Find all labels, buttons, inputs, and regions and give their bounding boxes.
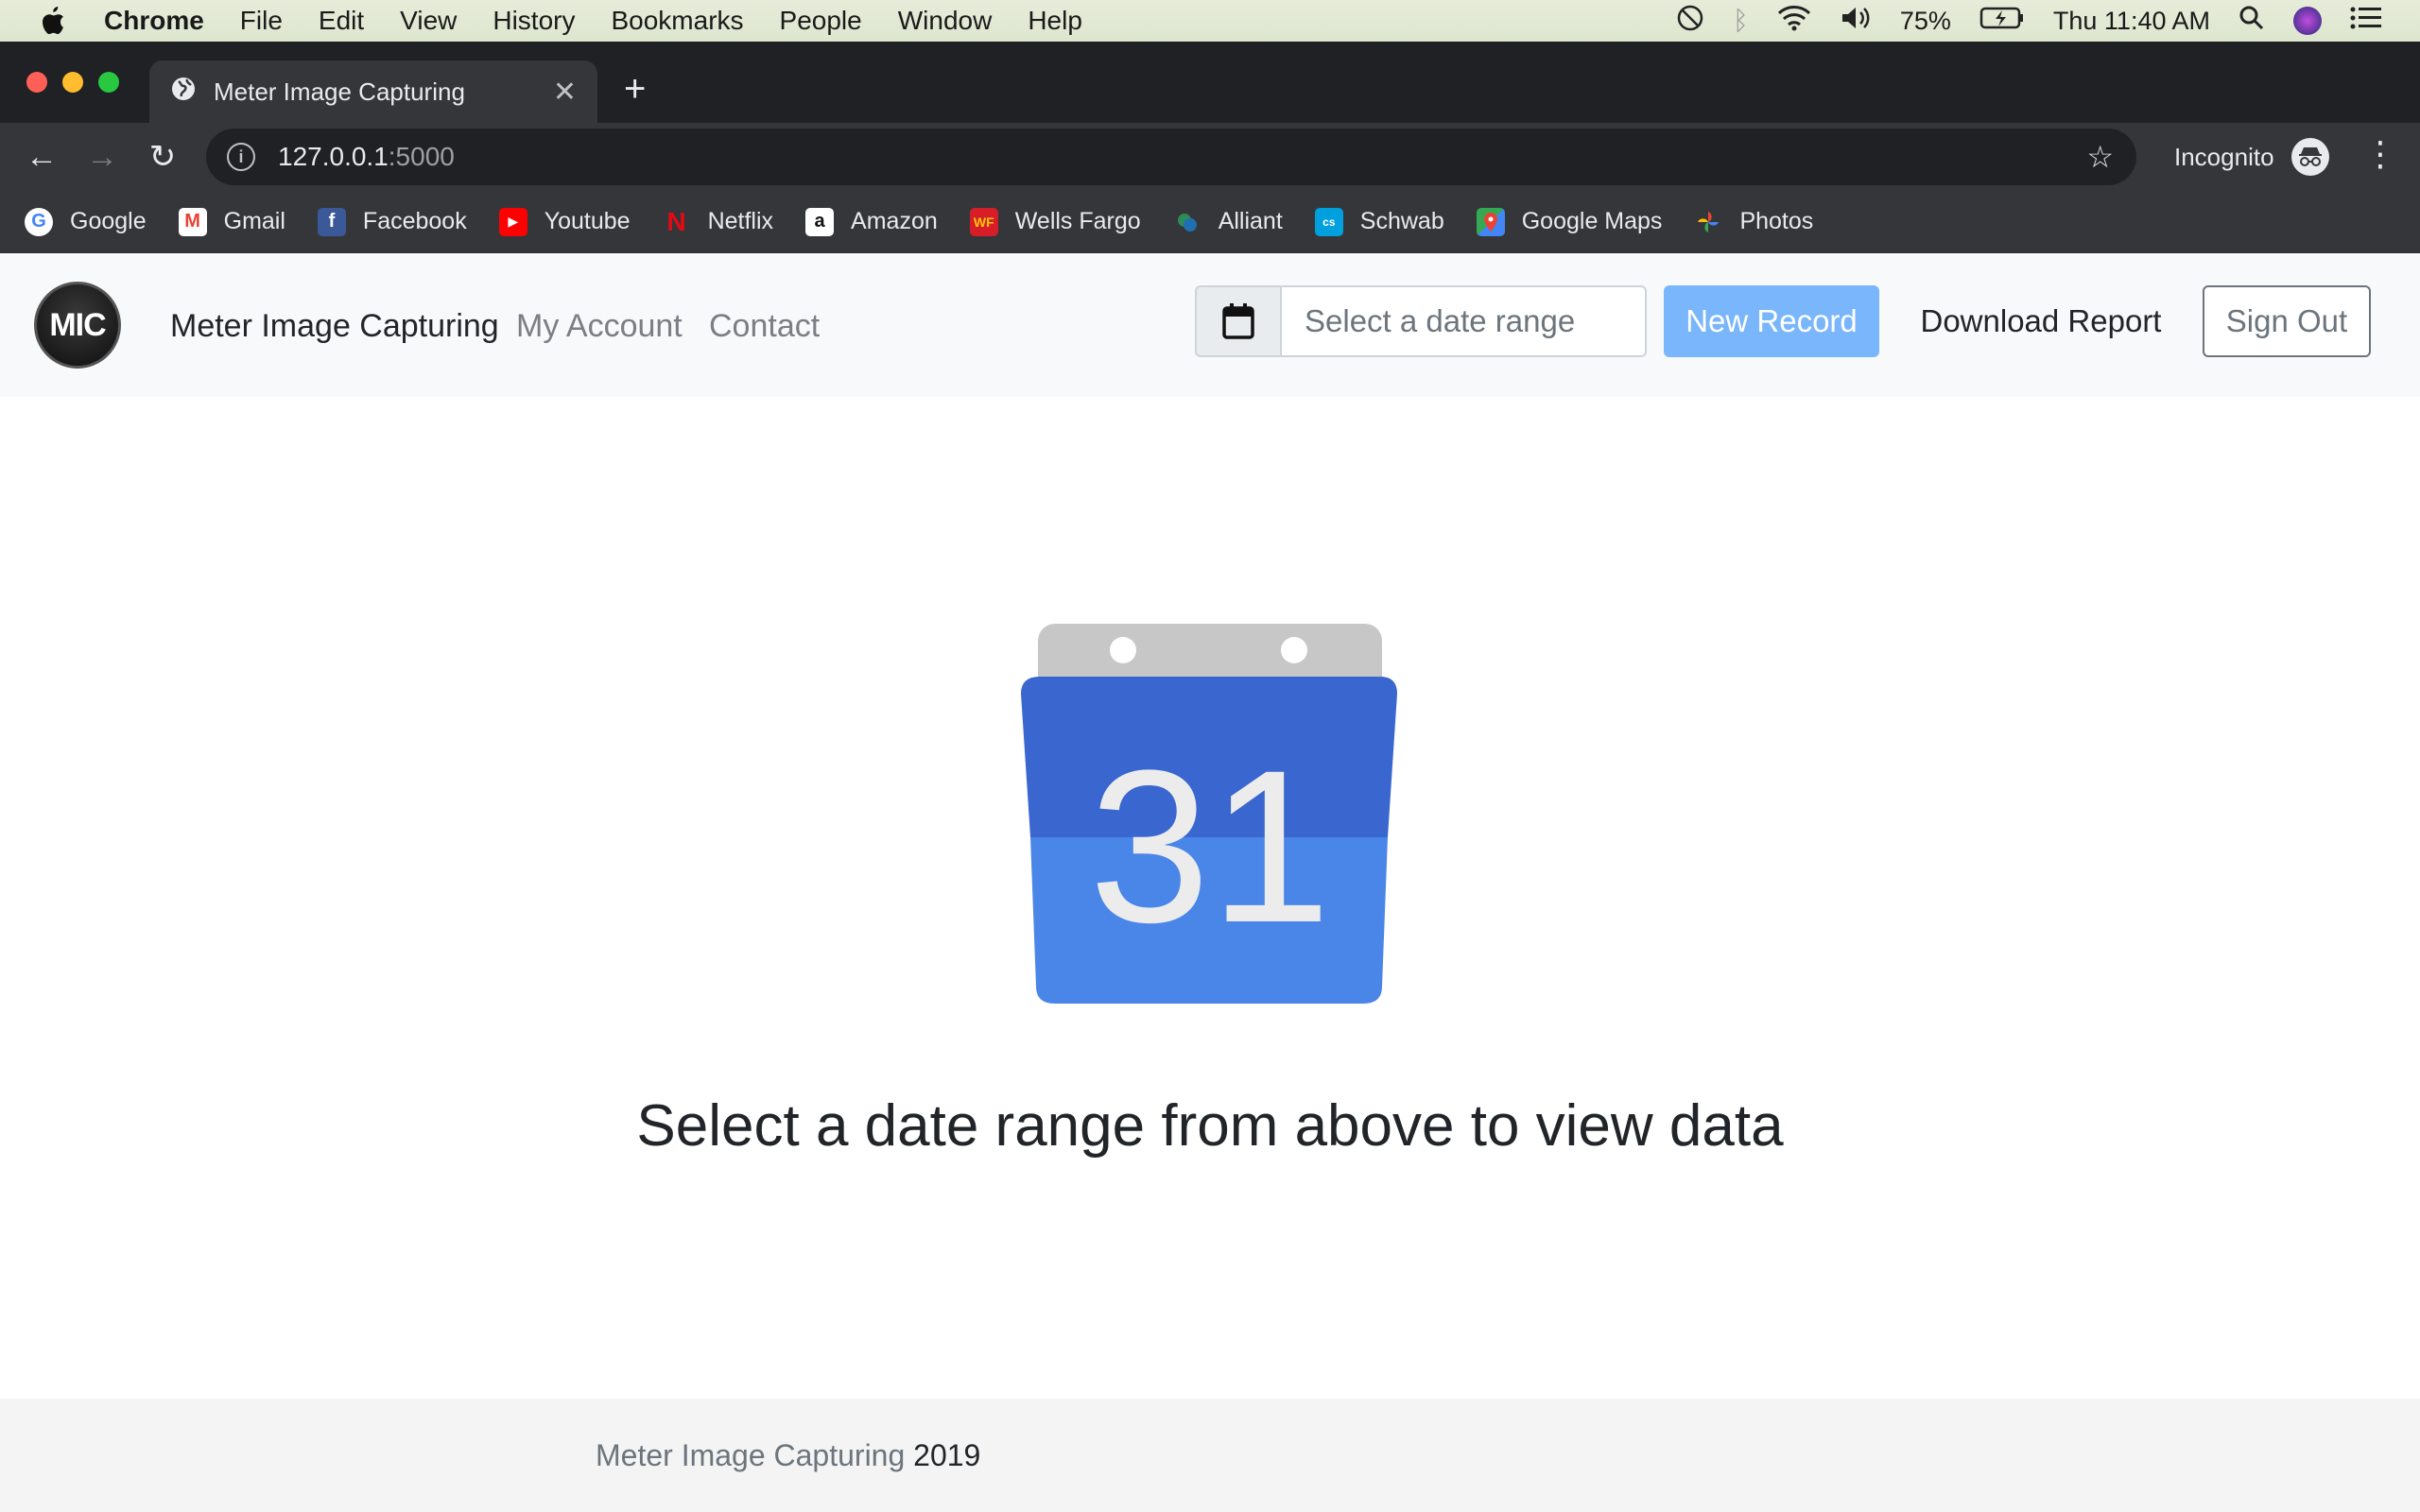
empty-state-message: Select a date range from above to view d…: [636, 1093, 1784, 1159]
reload-icon[interactable]: ↻: [132, 138, 193, 176]
menu-app-chrome[interactable]: Chrome: [104, 6, 204, 36]
nav-my-account[interactable]: My Account: [516, 308, 683, 345]
maps-icon: [1476, 207, 1505, 236]
site-logo[interactable]: MIC: [34, 282, 121, 369]
calendar-day-number: 31: [1089, 725, 1331, 968]
photos-icon: [1694, 208, 1722, 236]
footer-text: Meter Image Capturing 2019: [596, 1438, 980, 1473]
wifi-icon[interactable]: [1777, 5, 1811, 38]
wellsfargo-icon: WF: [969, 207, 998, 236]
address-bar[interactable]: i 127.0.0.1:5000 ☆: [206, 129, 2136, 185]
youtube-icon: ▶: [498, 207, 527, 236]
apple-icon[interactable]: [0, 6, 104, 36]
bookmark-gmail[interactable]: M Gmail: [178, 207, 285, 236]
facebook-icon: f: [317, 207, 346, 236]
site-navbar: MIC Meter Image Capturing My Account Con…: [0, 253, 2420, 397]
bookmark-wells-fargo[interactable]: WF Wells Fargo: [969, 207, 1141, 236]
close-tab-icon[interactable]: ✕: [553, 76, 577, 109]
browser-toolbar: ← → ↻ i 127.0.0.1:5000 ☆ Incognito ⋮: [0, 123, 2420, 191]
google-icon: G: [25, 207, 53, 236]
site-footer: Meter Image Capturing 2019: [0, 1399, 2420, 1512]
menu-history[interactable]: History: [493, 6, 575, 36]
bookmark-label: Google: [70, 208, 147, 234]
chrome-menu-icon[interactable]: ⋮: [2363, 134, 2397, 174]
incognito-label: Incognito: [2174, 142, 2274, 171]
url-host: 127.0.0.1: [278, 142, 389, 171]
maximize-window-button[interactable]: [98, 72, 119, 93]
gmail-icon: M: [178, 207, 207, 236]
forward-arrow-icon[interactable]: →: [72, 139, 132, 176]
new-tab-button[interactable]: +: [624, 68, 646, 111]
bookmark-label: Google Maps: [1521, 208, 1663, 234]
site-info-icon[interactable]: i: [227, 143, 255, 171]
back-arrow-icon[interactable]: ←: [11, 139, 72, 176]
alliant-icon: [1173, 208, 1201, 236]
menu-file[interactable]: File: [240, 6, 283, 36]
bookmark-label: Wells Fargo: [1014, 208, 1141, 234]
url-port: :5000: [388, 142, 455, 171]
brand-link[interactable]: Meter Image Capturing: [170, 308, 499, 345]
date-range-picker: [1195, 285, 1647, 357]
menu-window[interactable]: Window: [898, 6, 993, 36]
do-not-disturb-icon[interactable]: [1676, 4, 1704, 39]
siri-icon[interactable]: [2293, 7, 2322, 35]
tab-strip: Meter Image Capturing ✕ +: [0, 42, 2420, 123]
main-content: 31 Select a date range from above to vie…: [0, 397, 2420, 1399]
bookmark-amazon[interactable]: a Amazon: [805, 207, 938, 236]
bookmark-star-icon[interactable]: ☆: [2086, 139, 2114, 175]
bookmark-schwab[interactable]: cs Schwab: [1314, 207, 1444, 236]
volume-icon[interactable]: [1840, 5, 1872, 38]
calendar-illustration-icon: 31: [1019, 624, 1401, 1004]
bookmark-photos[interactable]: Photos: [1694, 208, 1813, 236]
bookmark-google[interactable]: G Google: [25, 207, 147, 236]
globe-icon: [170, 76, 197, 109]
nav-contact[interactable]: Contact: [709, 308, 820, 345]
footer-name: Meter Image Capturing: [596, 1438, 906, 1472]
bookmark-label: Amazon: [851, 208, 938, 234]
minimize-window-button[interactable]: [62, 72, 83, 93]
bookmark-alliant[interactable]: Alliant: [1173, 208, 1283, 236]
bookmark-label: Photos: [1739, 208, 1814, 234]
battery-percent: 75%: [1899, 6, 1951, 35]
clock[interactable]: Thu 11:40 AM: [2053, 7, 2210, 36]
new-record-button[interactable]: New Record: [1664, 285, 1879, 357]
amazon-icon: a: [805, 207, 835, 236]
footer-year: 2019: [913, 1438, 981, 1472]
bookmark-facebook[interactable]: f Facebook: [317, 207, 467, 236]
calendar-icon[interactable]: [1195, 285, 1282, 357]
tab-active[interactable]: Meter Image Capturing ✕: [149, 60, 597, 123]
bookmark-label: Netflix: [707, 208, 774, 234]
bookmarks-bar: G Google M Gmail f Facebook ▶ Youtube N …: [0, 191, 2420, 253]
window-controls: [26, 72, 119, 93]
schwab-icon: cs: [1314, 207, 1343, 236]
bookmark-label: Schwab: [1359, 208, 1444, 234]
menu-edit[interactable]: Edit: [319, 6, 364, 36]
notification-center-icon[interactable]: [2350, 6, 2382, 37]
bookmark-label: Facebook: [362, 208, 467, 234]
date-range-input[interactable]: [1282, 285, 1647, 357]
download-report-button[interactable]: Download Report: [1904, 285, 2178, 357]
bookmark-netflix[interactable]: N Netflix: [663, 206, 774, 236]
tab-title: Meter Image Capturing: [214, 77, 465, 106]
bookmark-youtube[interactable]: ▶ Youtube: [498, 207, 631, 236]
menu-bookmarks[interactable]: Bookmarks: [611, 6, 743, 36]
bookmark-label: Alliant: [1218, 208, 1283, 234]
bookmark-label: Youtube: [544, 208, 631, 234]
close-window-button[interactable]: [26, 72, 47, 93]
bookmark-label: Gmail: [223, 208, 285, 234]
bookmark-google-maps[interactable]: Google Maps: [1476, 207, 1663, 236]
menu-help[interactable]: Help: [1028, 6, 1082, 36]
bluetooth-icon[interactable]: ᛒ: [1733, 6, 1749, 36]
incognito-profile[interactable]: Incognito: [2174, 123, 2329, 191]
netflix-icon: N: [666, 206, 686, 236]
macos-menubar: Chrome File Edit View History Bookmarks …: [0, 0, 2420, 42]
menu-view[interactable]: View: [400, 6, 457, 36]
spotlight-search-icon[interactable]: [2238, 5, 2265, 38]
menu-people[interactable]: People: [780, 6, 862, 36]
battery-icon[interactable]: [1979, 6, 2025, 37]
sign-out-button[interactable]: Sign Out: [2203, 285, 2371, 357]
incognito-icon: [2290, 138, 2329, 176]
